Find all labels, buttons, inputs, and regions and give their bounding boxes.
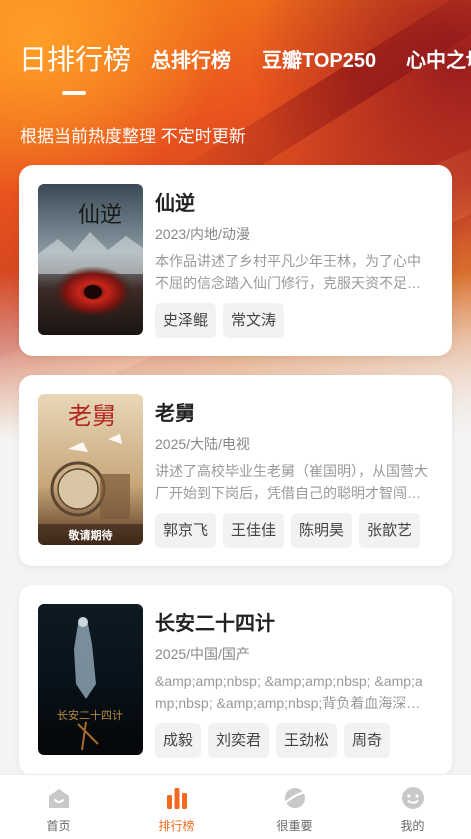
poster-title-text: 长安二十四计 — [57, 708, 123, 722]
nav-item-ranking[interactable]: 排行榜 — [118, 775, 235, 839]
planet-icon — [282, 785, 308, 811]
movie-card[interactable]: 仙逆 仙逆 2023/内地/动漫 本作品讲述了乡村平凡少年王林，为了心中不屈的信… — [19, 165, 452, 356]
actor-chip[interactable]: 刘奕君 — [208, 723, 270, 758]
home-icon — [46, 785, 72, 811]
actor-chip[interactable]: 王佳佳 — [223, 513, 285, 548]
poster-image: 仙逆 — [38, 184, 143, 335]
tab-daily-ranking[interactable]: 日排行榜 — [19, 44, 131, 78]
nav-label: 排行榜 — [158, 819, 195, 833]
nav-label: 很重要 — [276, 819, 313, 833]
bottom-nav: 首页 排行榜 很重要 我的 — [0, 774, 471, 839]
nav-label: 首页 — [46, 819, 71, 833]
page-subtitle: 根据当前热度整理 不定时更新 — [20, 127, 246, 146]
tab-overall-ranking[interactable]: 总排行榜 — [151, 44, 231, 73]
actor-chip[interactable]: 周奇 — [344, 723, 391, 758]
nav-item-mine[interactable]: 我的 — [354, 775, 471, 839]
actor-chip[interactable]: 陈明昊 — [291, 513, 353, 548]
actor-list: 郭京飞 王佳佳 陈明昊 张歆艺 — [155, 513, 421, 548]
movie-description: 讲述了高校毕业生老舅（崔国明），从国营大厂开始到下岗后，凭借自己的聪明才智闯出一… — [155, 463, 428, 501]
smiley-icon — [400, 785, 426, 811]
tab-douban-top250[interactable]: 豆瓣TOP250 — [262, 44, 376, 73]
ranking-icon — [164, 785, 190, 811]
movie-description: &amp;amp;nbsp; &amp;amp;nbsp; &amp;amp;n… — [155, 673, 423, 711]
movie-title: 老舅 — [155, 403, 195, 425]
tab-favorites[interactable]: 心中之切 — [406, 44, 471, 73]
actor-chip[interactable]: 张歆艺 — [359, 513, 421, 548]
actor-list: 成毅 刘奕君 王劲松 周奇 — [155, 723, 391, 758]
movie-meta: 2025/大陆/电视 — [155, 436, 250, 452]
movie-meta: 2023/内地/动漫 — [155, 226, 250, 242]
poster-badge-text: 敬请期待 — [68, 528, 113, 542]
poster-image: 老舅 敬请期待 — [38, 394, 143, 545]
actor-chip[interactable]: 王劲松 — [276, 723, 338, 758]
active-tab-indicator — [62, 91, 86, 95]
actor-chip[interactable]: 史泽鲲 — [155, 303, 217, 338]
actor-chip[interactable]: 常文涛 — [223, 303, 285, 338]
movie-title: 长安二十四计 — [155, 613, 275, 635]
nav-item-home[interactable]: 首页 — [0, 775, 117, 839]
movie-description: 本作品讲述了乡村平凡少年王林，为了心中不屈的信念踏入仙门修行，克服天资不足的困难… — [155, 253, 421, 291]
poster-title-text: 老舅 — [68, 402, 116, 430]
actor-chip[interactable]: 成毅 — [155, 723, 202, 758]
nav-item-important[interactable]: 很重要 — [236, 775, 353, 839]
poster-image: 长安二十四计 — [38, 604, 143, 755]
ranking-tabs: 日排行榜 总排行榜 豆瓣TOP250 心中之切 — [0, 44, 471, 94]
actor-list: 史泽鲲 常文涛 — [155, 303, 285, 338]
actor-chip[interactable]: 郭京飞 — [155, 513, 217, 548]
movie-title: 仙逆 — [155, 193, 195, 215]
movie-card[interactable]: 长安二十四计 长安二十四计 2025/中国/国产 &amp;amp;nbsp; … — [19, 585, 452, 776]
nav-label: 我的 — [400, 819, 425, 833]
movie-card[interactable]: 老舅 敬请期待 老舅 2025/大陆/电视 讲述了高校毕业生老舅（崔国明），从国… — [19, 375, 452, 566]
poster-title-text: 仙逆 — [78, 203, 122, 228]
movie-meta: 2025/中国/国产 — [155, 646, 250, 662]
